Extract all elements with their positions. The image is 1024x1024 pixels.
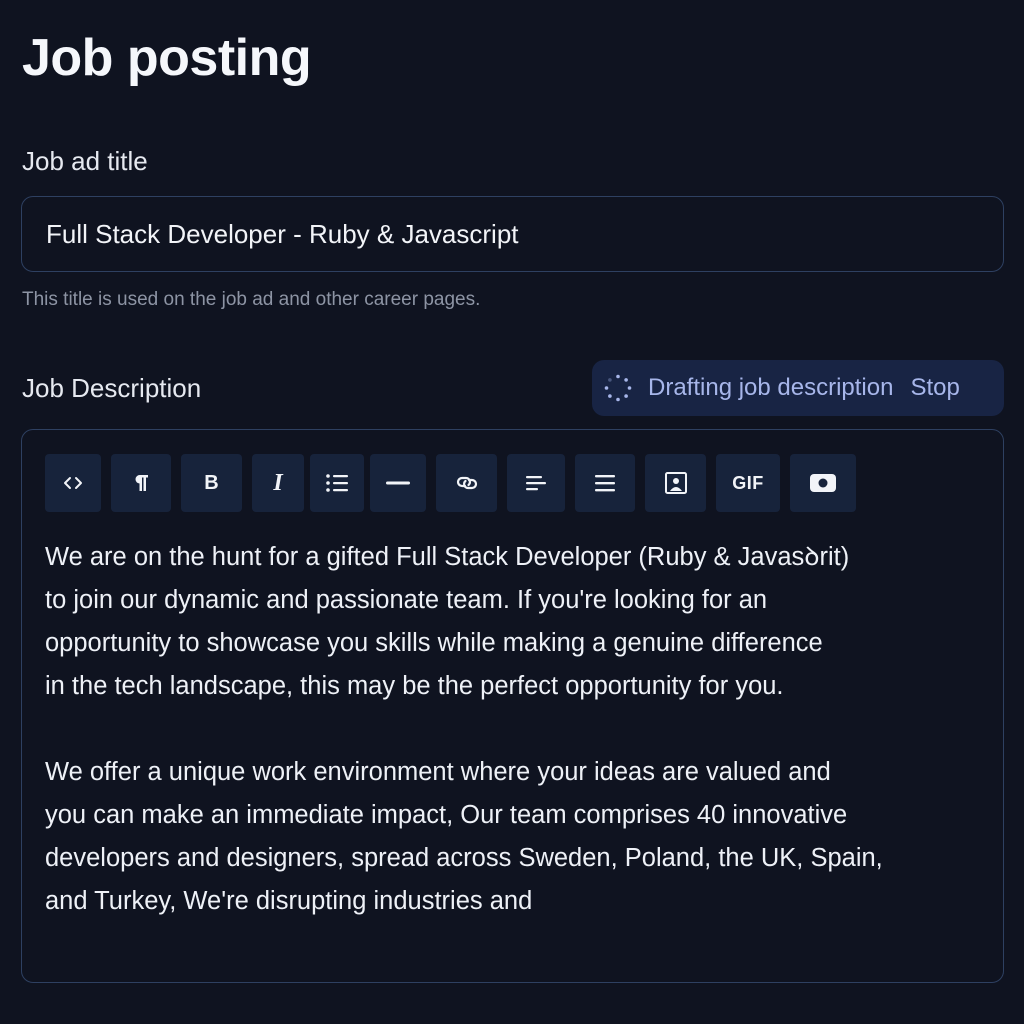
align-justify-button[interactable] [575,454,635,512]
bullet-list-icon [326,474,348,492]
italic-button[interactable]: I [252,454,304,512]
horizontal-rule-icon [386,481,410,485]
paragraph-button[interactable] [111,454,171,512]
italic-label: I [273,469,283,496]
align-left-icon [526,476,546,491]
align-left-button[interactable] [507,454,565,512]
bold-label: B [204,471,219,494]
stop-button[interactable]: Stop [910,374,959,402]
editor-content[interactable]: We are on the hunt for a gifted Full Sta… [45,536,995,966]
job-description-editor[interactable]: B I GIF We are on the hunt for a gifted … [21,429,1004,983]
page-title: Job posting [22,29,312,87]
code-icon [64,477,82,489]
link-button[interactable] [436,454,497,512]
link-icon [456,476,477,490]
image-button[interactable] [645,454,706,512]
job-description-label: Job Description [22,373,202,403]
video-button[interactable] [790,454,856,512]
horizontal-rule-button[interactable] [370,454,426,512]
pilcrow-icon [135,474,148,491]
code-button[interactable] [45,454,101,512]
description-paragraph: We are on the hunt for a gifted Full Sta… [45,543,850,700]
gif-label: GIF [732,472,764,493]
video-icon [810,474,836,492]
drafting-status-text: Drafting job description [648,374,894,401]
bullet-list-button[interactable] [310,454,364,512]
spinner-icon [604,374,632,402]
drafting-status: Drafting job description Stop [592,360,1004,416]
bold-button[interactable]: B [181,454,242,512]
gif-button[interactable]: GIF [716,454,780,512]
job-title-label: Job ad title [22,146,148,176]
job-title-input[interactable] [21,196,1004,272]
description-paragraph: We offer a unique work environment where… [45,758,883,915]
align-justify-icon [595,475,615,492]
job-title-helper-text: This title is used on the job ad and oth… [22,289,481,310]
image-icon [664,472,687,494]
